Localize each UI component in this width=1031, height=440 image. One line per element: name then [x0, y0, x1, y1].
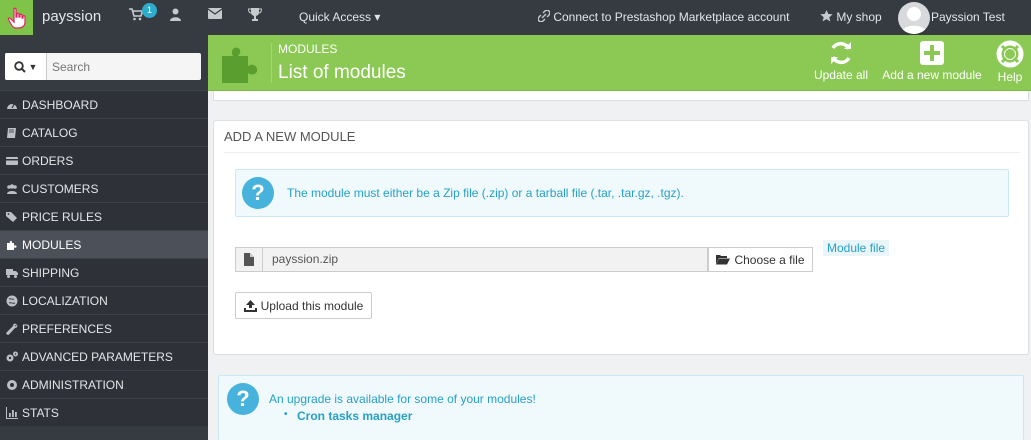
book-icon	[7, 127, 16, 138]
sidebar-item-label: ADMINISTRATION	[22, 377, 124, 392]
caret-down-icon: ▼	[28, 61, 38, 72]
search-icon	[13, 60, 26, 73]
cart-count-badge: 1	[142, 3, 157, 18]
sidebar: ▼ DASHBOARD CATALOG ORDERS CUSTOMERS PRI…	[0, 35, 208, 440]
top-bar: payssion 1 Quick Access ▾ Connect to Pre…	[0, 0, 1031, 35]
upgrade-text: An upgrade is available for some of your…	[269, 392, 536, 406]
avatar[interactable]	[898, 2, 930, 34]
folder-open-icon	[716, 255, 731, 265]
sidebar-item-customers[interactable]: CUSTOMERS	[0, 174, 208, 202]
info-alert: ? The module must either be a Zip file (…	[235, 169, 1009, 217]
truck-icon	[6, 268, 18, 278]
file-input-group: payssion.zip Choose a file	[235, 247, 813, 272]
sidebar-item-catalog[interactable]: CATALOG	[0, 118, 208, 146]
brand-name[interactable]: payssion	[42, 8, 101, 25]
file-icon	[235, 247, 263, 272]
add-new-module-label: Add a new module	[882, 68, 982, 82]
chain-link-icon	[537, 9, 551, 23]
previous-panel-bottom	[213, 91, 1029, 101]
sidebar-item-administration[interactable]: ADMINISTRATION	[0, 370, 208, 398]
panel-title: ADD A NEW MODULE	[224, 129, 356, 144]
update-all-label: Update all	[813, 68, 869, 82]
user-icon[interactable]	[170, 8, 181, 24]
search-scope-button[interactable]: ▼	[5, 53, 47, 80]
add-new-module-button[interactable]: Add a new module	[880, 40, 984, 82]
upload-module-label: Upload this module	[260, 298, 364, 313]
help-button[interactable]: Help	[995, 40, 1025, 84]
sidebar-item-shipping[interactable]: SHIPPING	[0, 258, 208, 286]
envelope-icon[interactable]	[207, 8, 223, 22]
file-name-field[interactable]: payssion.zip	[263, 247, 708, 272]
sidebar-item-label: MODULES	[22, 237, 82, 252]
connect-label: Connect to Prestashop Marketplace accoun…	[553, 10, 790, 24]
sidebar-item-price-rules[interactable]: PRICE RULES	[0, 202, 208, 230]
quick-access-dropdown[interactable]: Quick Access ▾	[299, 10, 380, 24]
life-ring-icon	[996, 40, 1024, 68]
page-header: MODULES List of modules Update all Add a…	[208, 35, 1031, 91]
star-icon	[820, 10, 833, 22]
sidebar-item-label: PRICE RULES	[22, 209, 103, 224]
module-file-label: Module file	[823, 240, 890, 256]
connect-marketplace-link[interactable]: Connect to Prestashop Marketplace accoun…	[537, 9, 790, 24]
sidebar-item-advanced-parameters[interactable]: ADVANCED PARAMETERS	[0, 342, 208, 370]
sidebar-item-label: DASHBOARD	[22, 97, 99, 112]
puzzle-icon	[222, 47, 258, 83]
question-circle-icon: ?	[242, 177, 274, 209]
choose-file-label: Choose a file	[734, 252, 805, 267]
hand-pointer-logo-icon[interactable]	[0, 0, 33, 35]
sidebar-item-orders[interactable]: ORDERS	[0, 146, 208, 174]
sidebar-item-stats[interactable]: STATS	[0, 398, 208, 426]
sidebar-item-label: ORDERS	[22, 153, 74, 168]
alert-text: The module must either be a Zip file (.z…	[287, 186, 684, 200]
my-shop-label: My shop	[836, 10, 882, 24]
question-circle-icon: ?	[227, 383, 259, 415]
credit-card-icon	[6, 156, 18, 165]
choose-file-button[interactable]: Choose a file	[708, 247, 813, 272]
cogs-icon	[6, 351, 18, 361]
sidebar-item-label: PREFERENCES	[22, 321, 113, 336]
quick-access-label: Quick Access	[299, 10, 372, 24]
sidebar-item-modules[interactable]: MODULES	[0, 230, 208, 258]
sidebar-item-label: ADVANCED PARAMETERS	[22, 349, 173, 364]
sidebar-item-dashboard[interactable]: DASHBOARD	[0, 90, 208, 118]
update-all-button[interactable]: Update all	[812, 40, 870, 82]
trophy-icon[interactable]	[247, 8, 263, 24]
gear-icon	[7, 379, 17, 390]
sidebar-item-label: SHIPPING	[22, 265, 80, 280]
tags-icon	[6, 211, 17, 222]
add-module-panel: ADD A NEW MODULE ? The module must eithe…	[213, 120, 1029, 355]
panel-divider	[224, 152, 1020, 153]
cart-icon[interactable]	[129, 8, 144, 24]
upload-module-button[interactable]: Upload this module	[235, 292, 372, 319]
page-title: List of modules	[278, 62, 406, 83]
user-menu[interactable]: Payssion Test	[931, 10, 1005, 24]
main-menu: DASHBOARD CATALOG ORDERS CUSTOMERS PRICE…	[0, 90, 208, 426]
refresh-icon	[831, 41, 851, 65]
sidebar-item-label: CUSTOMERS	[22, 181, 99, 196]
help-label: Help	[997, 70, 1023, 84]
sidebar-item-localization[interactable]: LOCALIZATION	[0, 286, 208, 314]
sidebar-item-label: STATS	[22, 405, 59, 420]
upgrade-module-link[interactable]: Cron tasks manager	[284, 409, 412, 423]
sidebar-item-label: LOCALIZATION	[22, 293, 108, 308]
caret-down-icon: ▾	[374, 10, 381, 24]
sidebar-item-preferences[interactable]: PREFERENCES	[0, 314, 208, 342]
search-input[interactable]	[52, 53, 199, 80]
plus-square-icon	[920, 41, 944, 65]
puzzle-icon	[7, 240, 17, 250]
bar-chart-icon	[6, 406, 18, 419]
wrench-icon	[6, 323, 18, 335]
upload-icon	[243, 299, 257, 312]
search-box: ▼	[5, 53, 201, 80]
dashboard-icon	[7, 102, 17, 109]
upgrade-alert: ? An upgrade is available for some of yo…	[218, 375, 1024, 440]
my-shop-link[interactable]: My shop	[820, 10, 882, 24]
sidebar-item-label: CATALOG	[22, 125, 78, 140]
header-divider	[271, 43, 272, 83]
users-icon	[7, 183, 17, 194]
globe-icon	[6, 295, 18, 306]
breadcrumb[interactable]: MODULES	[278, 42, 337, 56]
